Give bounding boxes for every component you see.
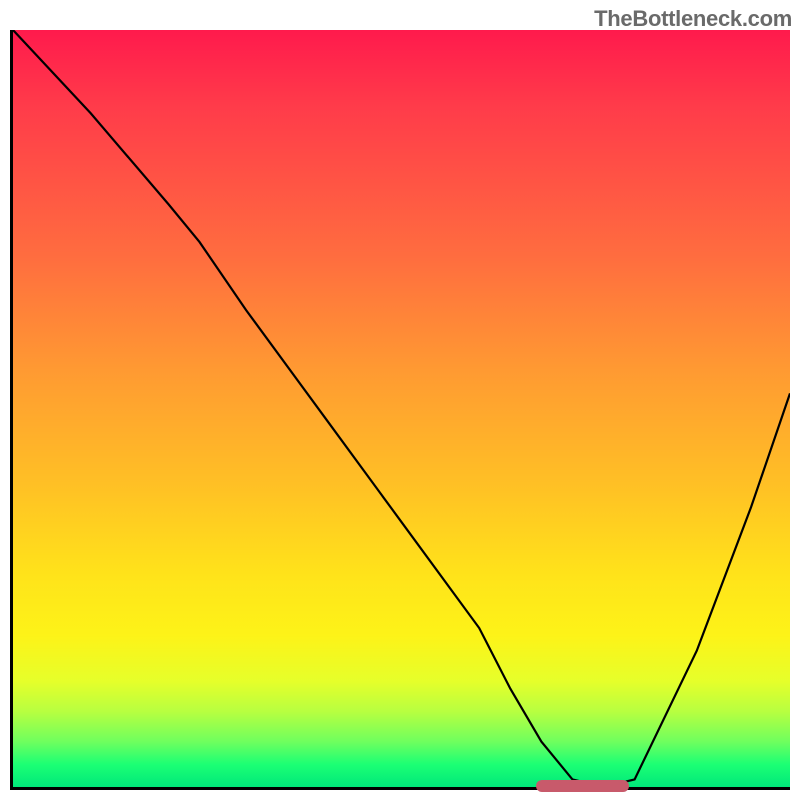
- watermark-text: TheBottleneck.com: [594, 6, 792, 32]
- plot-area: [10, 30, 790, 790]
- chart-container: TheBottleneck.com: [0, 0, 800, 800]
- curve-svg: [13, 30, 790, 787]
- optimal-range-marker: [536, 780, 630, 792]
- bottleneck-curve-path: [13, 30, 790, 787]
